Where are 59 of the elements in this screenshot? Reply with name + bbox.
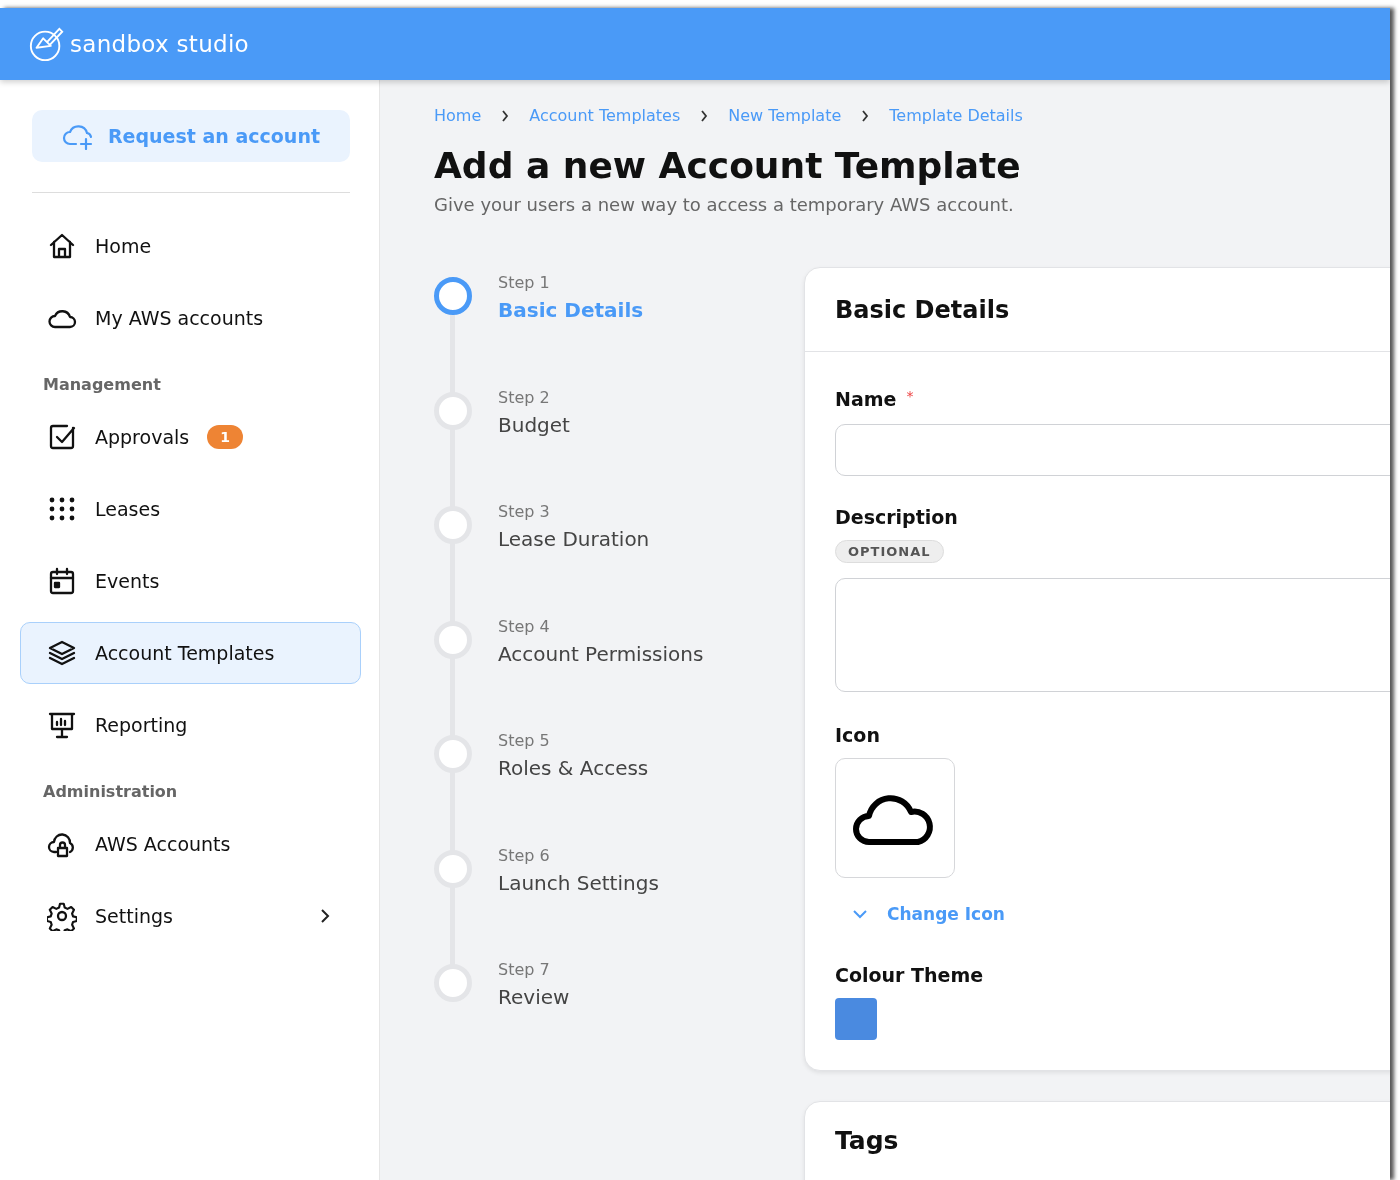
- required-mark: *: [906, 388, 914, 406]
- page-subtitle: Give your users a new way to access a temporary AWS account.: [434, 194, 1015, 215]
- section-heading: Management: [42, 374, 162, 396]
- nav-item[interactable]: Reporting: [20, 694, 361, 756]
- nav-item[interactable]: Leases: [20, 478, 361, 540]
- step-number: Step 4: [498, 616, 551, 636]
- brand-name: sandbox studio: [70, 31, 249, 57]
- nav-item[interactable]: AWS Accounts: [20, 813, 361, 875]
- section-heading: Administration: [42, 781, 179, 803]
- nav-item[interactable]: Home: [20, 215, 361, 277]
- wizard-step[interactable]: Step 5 Roles & Access: [434, 731, 804, 846]
- step-number: Step 5: [498, 731, 551, 750]
- wizard-step[interactable]: Step 2 Budget: [434, 387, 804, 502]
- checkbox-icon: [47, 422, 77, 452]
- step-label: Account Permissions: [498, 641, 704, 666]
- nav-item[interactable]: Approvals 1: [20, 406, 361, 468]
- wizard-step[interactable]: Step 3 Lease Duration: [434, 502, 804, 617]
- step-label: Budget: [498, 412, 570, 437]
- step-number: Step 7: [498, 960, 551, 979]
- step-number: Step 3: [498, 502, 551, 521]
- chevron-right-icon: [501, 109, 510, 122]
- chevron-right-icon: [700, 109, 709, 122]
- description-input[interactable]: [835, 578, 1390, 692]
- field-label: Colour Theme: [835, 964, 984, 986]
- nav-item[interactable]: My AWS accounts: [20, 287, 361, 349]
- optional-tag: OPTIONAL: [835, 540, 944, 563]
- wizard-step[interactable]: Step 7 Review: [434, 960, 804, 1075]
- step-label: Review: [498, 985, 570, 1009]
- field-label: Icon: [835, 724, 880, 746]
- card-title: Tags: [835, 1126, 900, 1155]
- layers-icon: [47, 638, 77, 668]
- step-label: Basic Details: [498, 298, 644, 322]
- step-number: Step 6: [498, 845, 551, 865]
- nav-item[interactable]: Account Templates: [20, 622, 361, 684]
- step-label: Launch Settings: [498, 870, 659, 895]
- step-number: Step 2: [498, 387, 551, 407]
- count-badge: 1: [207, 425, 243, 449]
- colour-swatch[interactable]: [835, 998, 877, 1040]
- calendar-icon: [47, 566, 77, 596]
- chevron-right-icon: [861, 109, 870, 122]
- step-number: Step 1: [498, 273, 551, 292]
- field-label: Description: [835, 506, 958, 528]
- name-input[interactable]: [835, 424, 1390, 476]
- field-label: Name: [835, 388, 897, 410]
- icon-preview[interactable]: [835, 758, 955, 878]
- shovel-logo-icon: [28, 25, 66, 63]
- nav-item[interactable]: Settings: [20, 885, 361, 947]
- presentation-chart-icon: [47, 710, 77, 740]
- wizard-step[interactable]: Step 4 Account Permissions: [434, 616, 804, 731]
- chevron-down-icon: [853, 909, 867, 919]
- page-title: Add a new Account Template: [434, 145, 1022, 186]
- nav-item[interactable]: Events: [20, 550, 361, 612]
- card-title: Basic Details: [835, 295, 1010, 324]
- step-label: Lease Duration: [498, 527, 650, 551]
- step-label: Roles & Access: [498, 756, 649, 780]
- wizard-step[interactable]: Step 6 Launch Settings: [434, 845, 804, 960]
- gear-icon: [47, 901, 77, 931]
- wizard-step[interactable]: Step 1 Basic Details: [434, 273, 804, 388]
- home-icon: [47, 231, 77, 261]
